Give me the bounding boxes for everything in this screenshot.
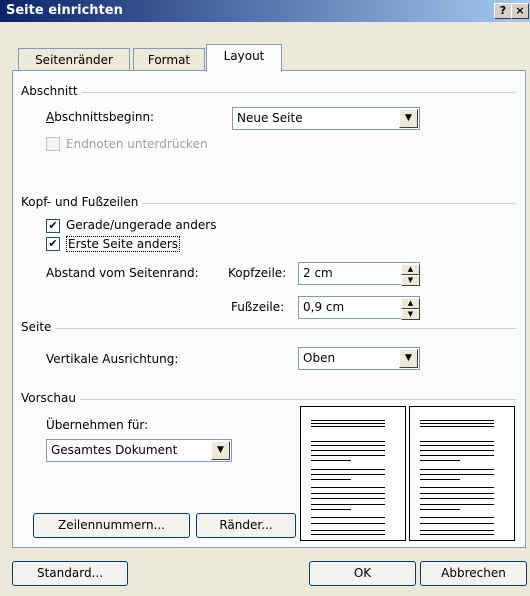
- preview-text-line: [311, 426, 385, 427]
- title-bar[interactable]: Seite einrichten ? ×: [0, 0, 530, 22]
- standard-button[interactable]: Standard...: [12, 561, 128, 586]
- erste-seite-label: Erste Seite anders: [66, 236, 181, 252]
- tab-label: Seitenränder: [35, 53, 113, 67]
- group-line: [30, 92, 516, 93]
- abschnittsbeginn-value: Neue Seite: [237, 111, 303, 125]
- tab-label: Layout: [223, 49, 265, 63]
- preview-text-line: [311, 479, 351, 480]
- preview-text-line: [311, 517, 385, 518]
- ok-button[interactable]: OK: [309, 561, 416, 586]
- dialog-title: Seite einrichten: [6, 3, 123, 18]
- uebernehmen-select[interactable]: Gesamtes Dokument ▼: [46, 439, 232, 462]
- preview-text-line: [311, 420, 385, 421]
- preview-text-line: [311, 441, 385, 442]
- preview-text-line: [420, 517, 494, 518]
- arrow-up-icon[interactable]: ▲: [401, 298, 420, 309]
- ausrichtung-value: Oben: [303, 351, 336, 365]
- preview-text-line: [420, 441, 494, 442]
- preview-text-line: [311, 469, 385, 470]
- preview-text-line: [311, 455, 385, 456]
- preview-text-line: [420, 530, 494, 531]
- preview-text-line: [311, 498, 385, 499]
- preview-text-line: [420, 469, 494, 470]
- ausrichtung-select[interactable]: Oben ▼: [298, 347, 420, 370]
- preview-text-line: [420, 445, 494, 446]
- preview-text-line: [420, 450, 494, 451]
- kopfzeile-value: 2 cm: [303, 266, 333, 280]
- preview-text-line: [311, 474, 385, 475]
- preview-text-line: [311, 534, 385, 535]
- zeilennummern-button[interactable]: Zeilennummern...: [33, 513, 190, 538]
- group-line: [30, 399, 516, 400]
- preview-text-line: [311, 460, 351, 461]
- preview-text-line: [311, 523, 385, 524]
- preview-text-line: [420, 487, 494, 488]
- gerade-ungerade-label: Gerade/ungerade anders: [66, 218, 217, 232]
- erste-seite-checkbox[interactable]: ✔: [46, 237, 60, 251]
- help-button[interactable]: ?: [494, 3, 512, 19]
- abbrechen-button[interactable]: Abbrechen: [420, 561, 527, 586]
- checkmark-icon: ✔: [48, 219, 58, 232]
- preview-text-line: [420, 423, 494, 424]
- preview-text-line: [420, 420, 494, 421]
- fusszeile-spinner[interactable]: 0,9 cm ▲ ▼: [298, 296, 420, 320]
- uebernehmen-label: Übernehmen für:: [46, 418, 149, 432]
- preview-text-line: [311, 450, 385, 451]
- preview-text-line: [420, 493, 494, 494]
- preview-text-line: [420, 426, 494, 427]
- fusszeile-value: 0,9 cm: [303, 300, 345, 314]
- arrow-down-icon[interactable]: ▼: [401, 309, 420, 320]
- tab-format[interactable]: Format: [133, 48, 205, 71]
- close-button[interactable]: ×: [511, 3, 529, 19]
- endnoten-label: Endnoten unterdrücken: [66, 137, 208, 151]
- chevron-down-icon[interactable]: ▼: [399, 109, 418, 128]
- tab-seitenraender[interactable]: Seitenränder: [18, 48, 130, 71]
- uebernehmen-value: Gesamtes Dokument: [51, 443, 178, 457]
- preview-text-line: [311, 530, 385, 531]
- preview-text-line: [311, 487, 385, 488]
- page-setup-dialog: Seite einrichten ? × Seitenränder Format…: [0, 0, 530, 596]
- checkmark-icon: ✔: [48, 237, 58, 250]
- gerade-ungerade-checkbox[interactable]: ✔: [46, 219, 60, 233]
- preview-text-line: [420, 523, 494, 524]
- vorschau-group-label: Vorschau: [21, 391, 80, 405]
- preview-text-line: [420, 455, 494, 456]
- chevron-down-icon[interactable]: ▼: [399, 349, 418, 368]
- kopfzeile-spinner[interactable]: 2 cm ▲ ▼: [298, 262, 420, 286]
- seite-group-label: Seite: [21, 320, 56, 334]
- preview-text-line: [420, 474, 494, 475]
- preview-text-line: [420, 479, 460, 480]
- preview-text-line: [420, 498, 494, 499]
- group-line: [30, 328, 516, 329]
- raender-button[interactable]: Ränder...: [196, 513, 296, 538]
- abschnittsbeginn-label: Abschnittsbeginn:: [46, 110, 155, 124]
- kopfzeile-label: Kopfzeile:: [228, 266, 287, 280]
- fusszeile-label: Fußzeile:: [231, 300, 285, 314]
- abschnitt-group-label: Abschnitt: [21, 84, 82, 98]
- abschnittsbeginn-select[interactable]: Neue Seite ▼: [232, 107, 420, 130]
- tab-label: Format: [147, 53, 191, 67]
- abstand-label: Abstand vom Seitenrand:: [46, 266, 199, 280]
- chevron-down-icon[interactable]: ▼: [211, 441, 230, 460]
- preview-page-left: [300, 406, 406, 541]
- preview-text-line: [420, 509, 460, 510]
- preview-text-line: [311, 504, 385, 505]
- ausrichtung-label: Vertikale Ausrichtung:: [46, 352, 179, 366]
- arrow-up-icon[interactable]: ▲: [401, 264, 420, 275]
- spinner-arrows: ▲ ▼: [401, 298, 420, 320]
- preview-text-line: [420, 534, 494, 535]
- endnoten-checkbox[interactable]: [46, 137, 60, 151]
- preview-text-line: [420, 504, 494, 505]
- kopf-fuss-group-label: Kopf- und Fußzeilen: [21, 195, 143, 209]
- arrow-down-icon[interactable]: ▼: [401, 275, 420, 286]
- preview-text-line: [311, 509, 351, 510]
- preview-page-right: [409, 406, 515, 541]
- preview-text-line: [311, 423, 385, 424]
- spinner-arrows: ▲ ▼: [401, 264, 420, 286]
- preview-text-line: [311, 493, 385, 494]
- preview-text-line: [420, 460, 460, 461]
- abschnittsbeginn-text: bschnittsbeginn:: [54, 110, 155, 124]
- preview-text-line: [311, 445, 385, 446]
- tab-layout[interactable]: Layout: [206, 44, 282, 72]
